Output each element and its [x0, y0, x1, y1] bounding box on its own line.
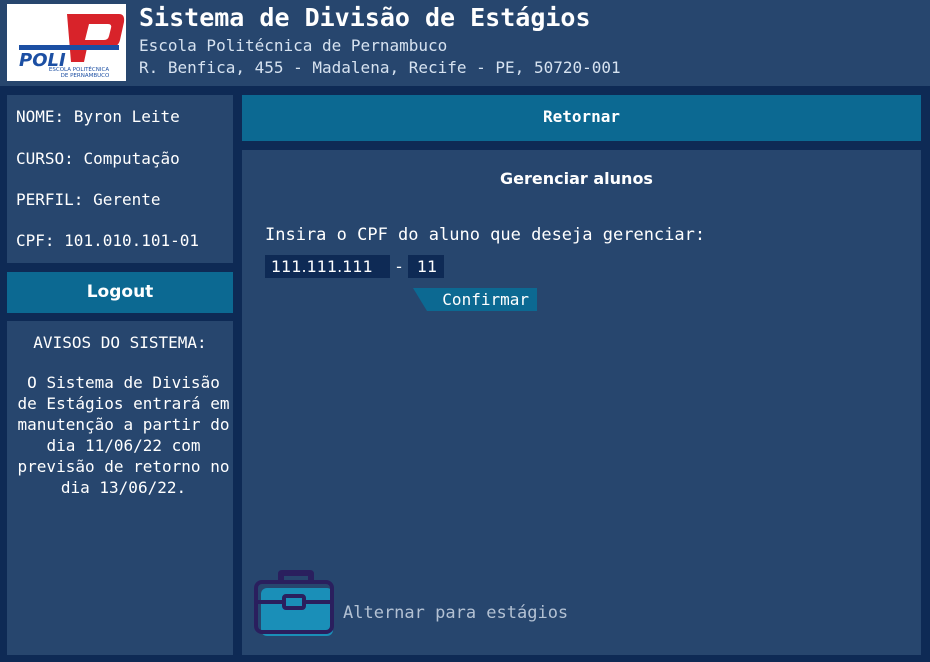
school-name: Escola Politécnica de Pernambuco: [139, 36, 448, 55]
user-info-panel: NOME: Byron Leite CURSO: Computação PERF…: [7, 95, 233, 263]
poli-logo: POLI ESCOLA POLITÉCNICA DE PERNAMBUCO: [7, 4, 126, 81]
switch-to-internships-link[interactable]: Alternar para estágios: [254, 566, 594, 642]
user-name-row: NOME: Byron Leite: [16, 107, 180, 126]
user-profile-label: PERFIL:: [16, 190, 84, 209]
user-profile-row: PERFIL: Gerente: [16, 190, 161, 209]
return-button[interactable]: Retornar: [242, 95, 921, 141]
cpf-prompt: Insira o CPF do aluno que deseja gerenci…: [265, 225, 706, 245]
user-course-label: CURSO:: [16, 149, 74, 168]
user-cpf-value: 101.010.101-01: [64, 231, 200, 250]
user-profile-value: Gerente: [93, 190, 161, 209]
user-cpf-label: CPF:: [16, 231, 55, 250]
user-cpf-row: CPF: 101.010.101-01: [16, 231, 199, 250]
cpf-check-digits-input[interactable]: [408, 255, 444, 278]
school-address: R. Benfica, 455 - Madalena, Recife - PE,…: [139, 58, 621, 77]
switch-label: Alternar para estágios: [343, 603, 569, 623]
system-notices-panel: AVISOS DO SISTEMA: O Sistema de Divisão …: [7, 321, 233, 655]
manage-students-panel: Gerenciar alunos Insira o CPF do aluno q…: [242, 150, 921, 655]
poli-logo-mark: POLI ESCOLA POLITÉCNICA DE PERNAMBUCO: [19, 14, 125, 79]
user-name-value: Byron Leite: [73, 107, 180, 126]
notices-text: O Sistema de Divisão de Estágios entrará…: [17, 373, 230, 497]
user-name-label: NOME:: [16, 107, 65, 126]
svg-text:ESCOLA POLITÉCNICA: ESCOLA POLITÉCNICA: [49, 65, 109, 73]
svg-text:DE PERNAMBUCO: DE PERNAMBUCO: [61, 73, 110, 79]
panel-title: Gerenciar alunos: [500, 169, 653, 188]
cpf-separator: -: [396, 257, 402, 276]
cpf-main-input[interactable]: [265, 255, 390, 278]
user-course-value: Computação: [83, 149, 180, 168]
confirm-button[interactable]: Confirmar: [413, 288, 537, 311]
user-course-row: CURSO: Computação: [16, 149, 180, 168]
logout-button[interactable]: Logout: [7, 272, 233, 313]
app-title: Sistema de Divisão de Estágios: [139, 3, 591, 32]
notices-title: AVISOS DO SISTEMA:: [33, 333, 207, 352]
briefcase-icon: [254, 570, 334, 636]
header-bar: POLI ESCOLA POLITÉCNICA DE PERNAMBUCO Si…: [0, 0, 930, 86]
